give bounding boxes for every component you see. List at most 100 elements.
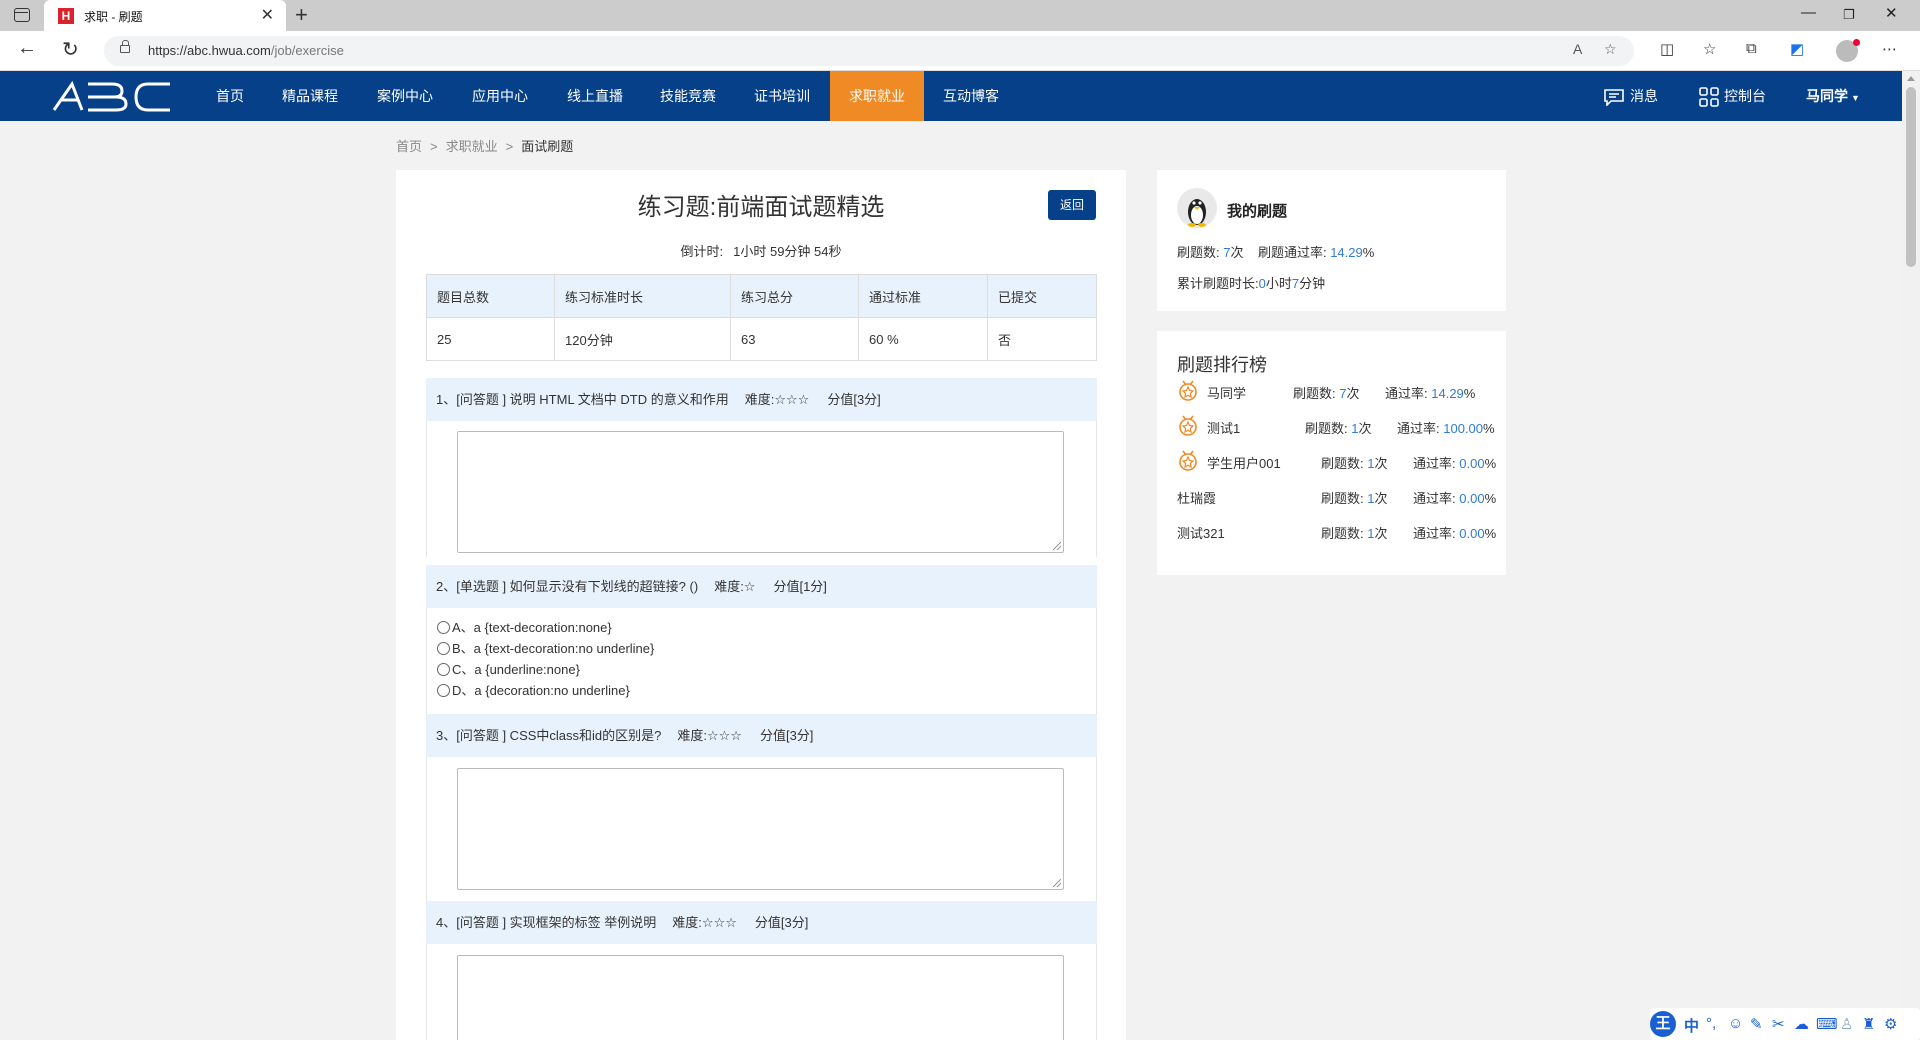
option-b[interactable]: B、a {text-decoration:no underline}	[437, 639, 654, 659]
console-link[interactable]: 控制台	[1699, 71, 1766, 121]
answer-textarea[interactable]	[457, 768, 1064, 890]
answer-textarea[interactable]	[457, 955, 1064, 1040]
duration-label: 累计刷题时长:	[1177, 276, 1259, 291]
question-difficulty: 难度:☆	[714, 579, 756, 594]
option-a[interactable]: A、a {text-decoration:none}	[437, 618, 612, 638]
browser-essentials-icon[interactable]: ◩	[1790, 40, 1804, 58]
favorites-icon[interactable]: ☆	[1703, 40, 1716, 58]
collections-icon[interactable]: ⧉	[1746, 40, 1757, 57]
nav-applications[interactable]: 应用中心	[465, 71, 535, 121]
user-menu[interactable]: 马同学 ▼	[1806, 71, 1860, 121]
option-label: B、a {text-decoration:no underline}	[452, 641, 655, 656]
ranking-rate-unit: %	[1483, 421, 1495, 436]
refresh-icon[interactable]: ↻	[62, 37, 79, 62]
ime-logo-icon[interactable]: 王	[1650, 1011, 1676, 1037]
url-field[interactable]: https://abc.hwua.com/job/exercise A ☆	[104, 36, 1634, 66]
page-scrollbar[interactable]	[1902, 71, 1920, 1040]
messages-link[interactable]: 消息	[1603, 71, 1658, 121]
nav-competition[interactable]: 技能竞赛	[653, 71, 723, 121]
nav-cases[interactable]: 案例中心	[370, 71, 440, 121]
skin-icon[interactable]: ♜	[1862, 1015, 1875, 1033]
rate-value: 14.29	[1330, 245, 1363, 260]
scissors-icon[interactable]: ✂	[1772, 1015, 1785, 1033]
breadcrumb-separator: >	[430, 139, 438, 154]
table-header: 练习总分	[730, 274, 859, 318]
browser-tab[interactable]: H 求职 - 刷题 ✕	[44, 0, 286, 31]
question-difficulty: 难度:☆☆☆	[744, 392, 810, 407]
question-score: 分值[3分]	[827, 392, 881, 407]
profile-avatar[interactable]	[1836, 39, 1860, 62]
read-aloud-icon[interactable]: A	[1573, 41, 1582, 57]
nav-live[interactable]: 线上直播	[560, 71, 630, 121]
count-unit: 次	[1230, 245, 1244, 260]
radio-button[interactable]	[437, 684, 450, 697]
option-label: D、a {decoration:no underline}	[452, 683, 630, 698]
message-icon	[1604, 89, 1624, 108]
abc-logo[interactable]	[52, 80, 172, 112]
ranking-row: 杜瑞霞 刷题数: 1次 通过率: 0.00%	[1177, 486, 1497, 506]
ranking-row: 马同学 刷题数: 7次 通过率: 14.29%	[1177, 380, 1497, 401]
ranking-rate-value: 0.00	[1459, 491, 1485, 506]
option-d[interactable]: D、a {decoration:no underline}	[437, 681, 630, 701]
settings-gear-icon[interactable]: ⚙	[1884, 1015, 1897, 1033]
close-window-icon[interactable]: ✕	[1885, 4, 1898, 22]
countdown-label: 倒计时:	[680, 244, 724, 259]
medal-icon	[1179, 450, 1197, 471]
ranking-count-label: 刷题数:	[1321, 526, 1364, 541]
add-favorite-icon[interactable]: ☆	[1604, 41, 1617, 58]
question-body	[426, 944, 1097, 1040]
handwriting-icon[interactable]: ✎	[1750, 1015, 1763, 1033]
nav-blog[interactable]: 互动博客	[936, 71, 1006, 121]
close-tab-icon[interactable]: ✕	[261, 5, 274, 25]
ranking-name: 学生用户001	[1207, 456, 1281, 471]
nav-home[interactable]: 首页	[202, 71, 258, 121]
ime-toolbar: 王 中 °, ☺ ✎ ✂ ☁ ⌨ ♙ ♜ ⚙	[1650, 1008, 1920, 1040]
ranking-count-unit: 次	[1346, 386, 1360, 401]
penguin-icon	[1188, 199, 1206, 227]
scrollbar-thumb[interactable]	[1906, 87, 1916, 267]
emoji-icon[interactable]: ☺	[1728, 1015, 1743, 1032]
more-options-icon[interactable]: ⋯	[1882, 40, 1897, 58]
keyboard-icon[interactable]: ⌨	[1816, 1015, 1838, 1033]
radio-button[interactable]	[437, 642, 450, 655]
ranking-rate: 通过率: 0.00%	[1413, 523, 1496, 542]
question-text: 1、[问答题 ] 说明 HTML 文档中 DTD 的意义和作用	[436, 392, 729, 407]
scroll-up-icon[interactable]	[1907, 76, 1915, 81]
table-cell: 60 %	[858, 317, 988, 361]
back-arrow-icon[interactable]: ←	[17, 37, 37, 60]
page-title: 练习题:前端面试题精选	[637, 194, 885, 221]
new-tab-icon[interactable]: +	[295, 2, 308, 28]
ranking-rate-label: 通过率:	[1397, 421, 1440, 436]
ranking-count: 刷题数: 1次	[1321, 453, 1388, 472]
split-screen-icon[interactable]: ◫	[1660, 40, 1674, 58]
practice-stats: 刷题数: 7次 刷题通过率: 14.29%	[1177, 242, 1374, 261]
ime-mode[interactable]: 中	[1684, 1015, 1699, 1036]
tab-title: 求职 - 刷题	[84, 10, 143, 24]
nav-courses[interactable]: 精品课程	[275, 71, 345, 121]
ranking-name: 马同学	[1207, 386, 1247, 401]
user-avatar	[1177, 188, 1217, 228]
ranking-row: 测试321 刷题数: 1次 通过率: 0.00%	[1177, 521, 1497, 541]
address-bar: ← ↻ https://abc.hwua.com/job/exercise A …	[0, 31, 1920, 71]
exercise-info-table: 题目总数 练习标准时长 练习总分 通过标准 已提交 25 120分钟 63 60…	[426, 274, 1097, 361]
breadcrumb-jobs[interactable]: 求职就业	[446, 139, 498, 154]
question-header: 2、[单选题 ] 如何显示没有下划线的超链接? () 难度:☆ 分值[1分]	[426, 565, 1097, 608]
ranking-rate: 通过率: 0.00%	[1413, 453, 1496, 472]
ranking-title: 刷题排行榜	[1177, 355, 1267, 375]
tab-actions-icon[interactable]	[14, 8, 30, 22]
radio-button[interactable]	[437, 621, 450, 634]
minimize-icon[interactable]: —	[1801, 4, 1816, 21]
ranking-count: 刷题数: 1次	[1305, 418, 1372, 437]
answer-textarea[interactable]	[457, 431, 1064, 553]
nav-certificates[interactable]: 证书培训	[747, 71, 817, 121]
back-button[interactable]: 返回	[1048, 190, 1096, 220]
nav-jobs[interactable]: 求职就业	[830, 71, 924, 121]
radio-button[interactable]	[437, 663, 450, 676]
option-c[interactable]: C、a {underline:none}	[437, 660, 580, 680]
user-icon[interactable]: ♙	[1840, 1015, 1853, 1033]
breadcrumb-home[interactable]: 首页	[396, 139, 422, 154]
countdown: 倒计时: 1小时 59分钟 54秒	[396, 241, 1126, 260]
punctuation-icon[interactable]: °,	[1706, 1015, 1716, 1032]
cloud-icon[interactable]: ☁	[1794, 1015, 1809, 1033]
restore-icon[interactable]: ❐	[1843, 7, 1855, 23]
